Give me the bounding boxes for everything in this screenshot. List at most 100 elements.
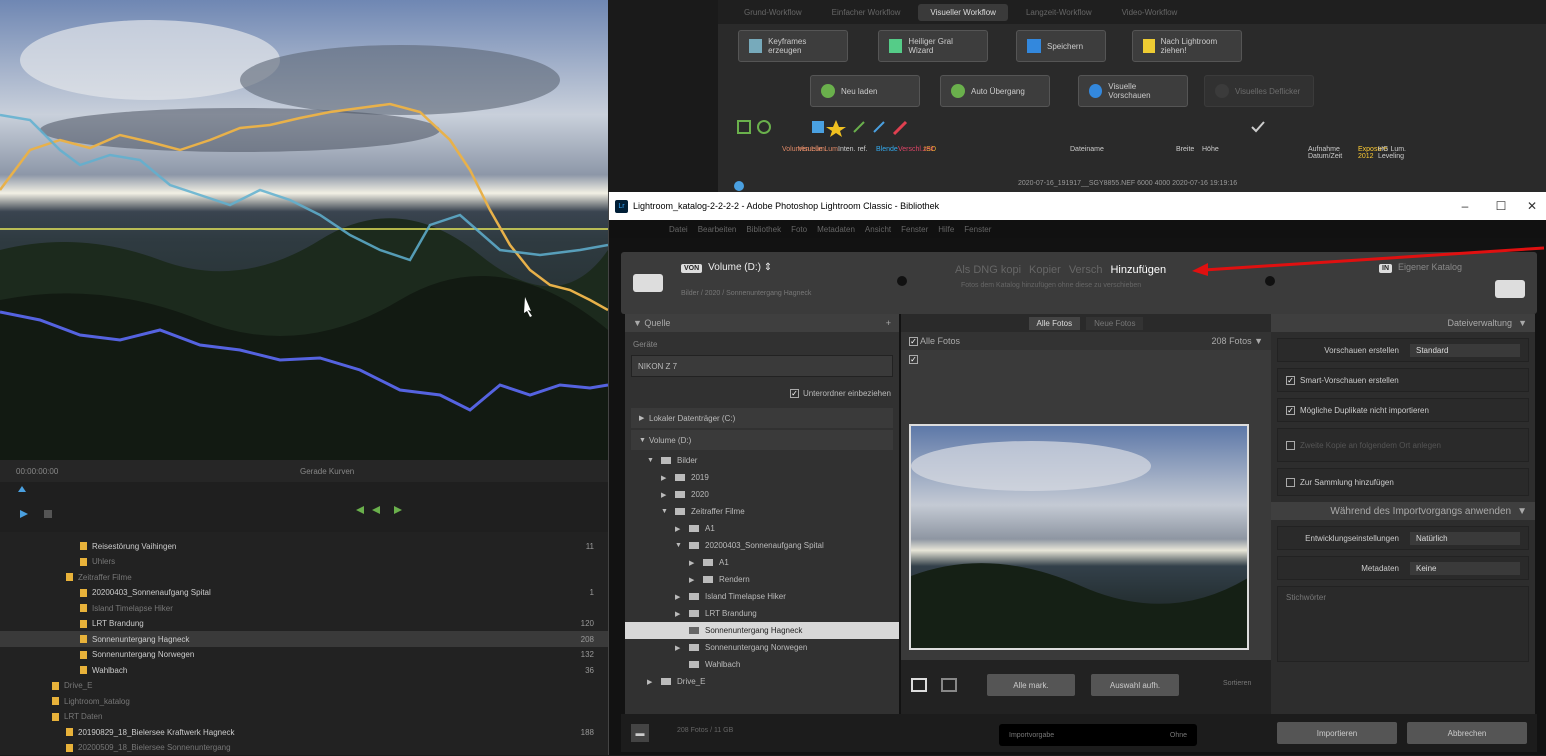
all-photos-checkbox[interactable]: ✓ <box>909 337 918 346</box>
develop-dropdown[interactable]: Natürlich <box>1410 531 1520 545</box>
photo-thumbnail[interactable] <box>909 424 1249 650</box>
disclosure-icon[interactable]: ▼ <box>639 437 649 444</box>
tree-item[interactable]: Sonnenuntergang Hagneck 208 <box>0 631 608 647</box>
source-tree-item[interactable]: ▶ A1 <box>625 554 899 571</box>
workflow-button[interactable]: Visuelles Deflicker <box>1204 75 1314 107</box>
tree-item[interactable]: 20200509_18_Bielersee Sonnenuntergang <box>0 740 608 756</box>
minimize-button[interactable]: – <box>1445 192 1485 220</box>
clock-icon[interactable] <box>757 120 771 134</box>
tab-3[interactable]: Langzeit-Workflow <box>1014 4 1104 21</box>
mode-3[interactable]: Hinzufügen <box>1110 264 1166 276</box>
source-tree-item[interactable]: ▼ 20200403_Sonnenaufgang Spital <box>625 537 899 554</box>
column-header[interactable]: Dateiname <box>1070 146 1116 153</box>
disclosure-icon[interactable]: ▼ <box>647 457 657 464</box>
source-tree-item[interactable]: ▶ 2019 <box>625 469 899 486</box>
tab-1[interactable]: Einfacher Workflow <box>820 4 913 21</box>
tree-item[interactable]: LRT Daten <box>0 709 608 725</box>
previews-dropdown[interactable]: Standard <box>1410 343 1520 357</box>
menu-item[interactable]: Datei <box>669 225 688 234</box>
disclosure-icon[interactable]: ▶ <box>661 474 671 482</box>
subfolders-checkbox[interactable]: ✓ <box>789 389 799 398</box>
source-tree-item[interactable]: ▶ Sonnenuntergang Norwegen <box>625 639 899 656</box>
source-tree-item[interactable]: Wahlbach <box>625 656 899 673</box>
menu-item[interactable]: Fenster <box>901 225 928 234</box>
mode-1[interactable]: Kopier <box>1029 264 1061 276</box>
source-tree-item[interactable]: ▼ Volume (D:) <box>631 430 893 450</box>
mode-0[interactable]: Als DNG kopi <box>955 264 1021 276</box>
source-tree-item[interactable]: ▶ Rendern <box>625 571 899 588</box>
photo-checkbox[interactable]: ✓ <box>909 355 918 364</box>
tree-item[interactable]: Sonnenuntergang Norwegen 132 <box>0 647 608 663</box>
source-tree-item[interactable]: ▶ Lokaler Datenträger (C:) <box>631 408 893 428</box>
workflow-button[interactable]: Heiliger Gral Wizard <box>878 30 988 62</box>
menu-item[interactable]: Hilfe <box>938 225 954 234</box>
tree-item[interactable]: Lightroom_katalog <box>0 693 608 709</box>
grid-tab[interactable]: Alle Fotos <box>1028 316 1081 330</box>
check-all-button[interactable]: Alle mark. <box>987 674 1075 696</box>
workflow-button[interactable]: Visuelle Vorschauen <box>1078 75 1188 107</box>
tree-item[interactable]: LRT Brandung 120 <box>0 616 608 632</box>
column-header[interactable]: Aufnahme Datum/Zeit <box>1308 146 1354 160</box>
tab-4[interactable]: Video-Workflow <box>1110 4 1190 21</box>
keywords-field[interactable]: Stichwörter <box>1277 586 1529 662</box>
menu-item[interactable]: Fenster <box>964 225 991 234</box>
rewind-icon[interactable] <box>356 506 364 514</box>
source-tree-item[interactable]: ▶ Drive_E <box>625 673 899 690</box>
tree-item[interactable]: 20200403_Sonnenaufgang Spital 1 <box>0 585 608 601</box>
column-header[interactable]: Höhe <box>1202 146 1248 153</box>
disclosure-icon[interactable]: ▶ <box>675 525 685 533</box>
workflow-button[interactable]: Nach Lightroom ziehen! <box>1132 30 1242 62</box>
metadata-dropdown[interactable]: Keine <box>1410 561 1520 575</box>
source-tree-item[interactable]: ▼ Zeitraffer Filme <box>625 503 899 520</box>
grid-view-icon[interactable] <box>911 678 927 692</box>
source-tree-item[interactable]: Sonnenuntergang Hagneck <box>625 622 899 639</box>
source-tree-item[interactable]: ▶ Island Timelapse Hiker <box>625 588 899 605</box>
star-icon[interactable] <box>826 120 846 137</box>
tree-item[interactable]: Island Timelapse Hiker <box>0 600 608 616</box>
source-tree-item[interactable]: ▶ A1 <box>625 520 899 537</box>
mode-2[interactable]: Versch <box>1069 264 1103 276</box>
workflow-button[interactable]: Keyframes erzeugen <box>738 30 848 62</box>
menu-item[interactable]: Foto <box>791 225 807 234</box>
source-tree-item[interactable]: ▶ 2020 <box>625 486 899 503</box>
apply-header[interactable]: Während des Importvorgangs anwenden <box>1330 506 1511 517</box>
workflow-button[interactable]: Neu laden <box>810 75 920 107</box>
menu-item[interactable]: Metadaten <box>817 225 855 234</box>
sort-label[interactable]: Sortieren <box>1223 680 1251 687</box>
tree-item[interactable]: Drive_E <box>0 678 608 694</box>
tree-item[interactable]: Reisestörung Vaihingen 11 <box>0 538 608 554</box>
tree-item[interactable]: Uhlers <box>0 554 608 570</box>
close-button[interactable]: ✕ <box>1517 192 1546 220</box>
grid-tab[interactable]: Neue Fotos <box>1086 316 1144 330</box>
tab-2[interactable]: Visueller Workflow <box>918 3 1008 21</box>
source-tree-item[interactable]: ▼ Bilder <box>625 452 899 469</box>
play-icon[interactable] <box>20 510 28 518</box>
file-handling-header[interactable]: Dateiverwaltung <box>1448 318 1513 328</box>
preset-dropdown[interactable]: Ohne <box>1170 732 1187 739</box>
disclosure-icon[interactable]: ▶ <box>647 678 657 686</box>
duplicates-checkbox[interactable]: ✓ <box>1286 405 1295 415</box>
workflow-button[interactable]: Auto Übergang <box>940 75 1050 107</box>
disclosure-icon[interactable]: ▶ <box>661 491 671 499</box>
step-forward-icon[interactable] <box>394 506 402 514</box>
import-button[interactable]: Importieren <box>1277 722 1397 744</box>
source-tree-item[interactable]: ▶ LRT Brandung <box>625 605 899 622</box>
menu-item[interactable]: Bearbeiten <box>698 225 737 234</box>
step-back-icon[interactable] <box>372 506 380 514</box>
menu-item[interactable]: Bibliothek <box>746 225 781 234</box>
column-header[interactable]: ISO <box>924 146 970 153</box>
disclosure-icon[interactable]: ▶ <box>689 559 699 567</box>
maximize-button[interactable]: ☐ <box>1481 192 1521 220</box>
grid-icon[interactable] <box>737 120 751 134</box>
disclosure-icon[interactable]: ▼ <box>675 542 685 549</box>
stop-icon[interactable] <box>44 510 52 518</box>
tab-0[interactable]: Grund-Workflow <box>732 4 814 21</box>
filter-icon[interactable] <box>812 121 824 133</box>
from-label[interactable]: Volume (D:) <box>708 262 761 273</box>
smart-previews-checkbox[interactable]: ✓ <box>1286 375 1295 385</box>
device-item[interactable]: NIKON Z 7 <box>631 355 893 377</box>
tree-item[interactable]: Wahlbach 36 <box>0 662 608 678</box>
loupe-view-icon[interactable] <box>941 678 957 692</box>
uncheck-all-button[interactable]: Auswahl aufh. <box>1091 674 1179 696</box>
up-arrow-icon[interactable] <box>18 486 26 492</box>
